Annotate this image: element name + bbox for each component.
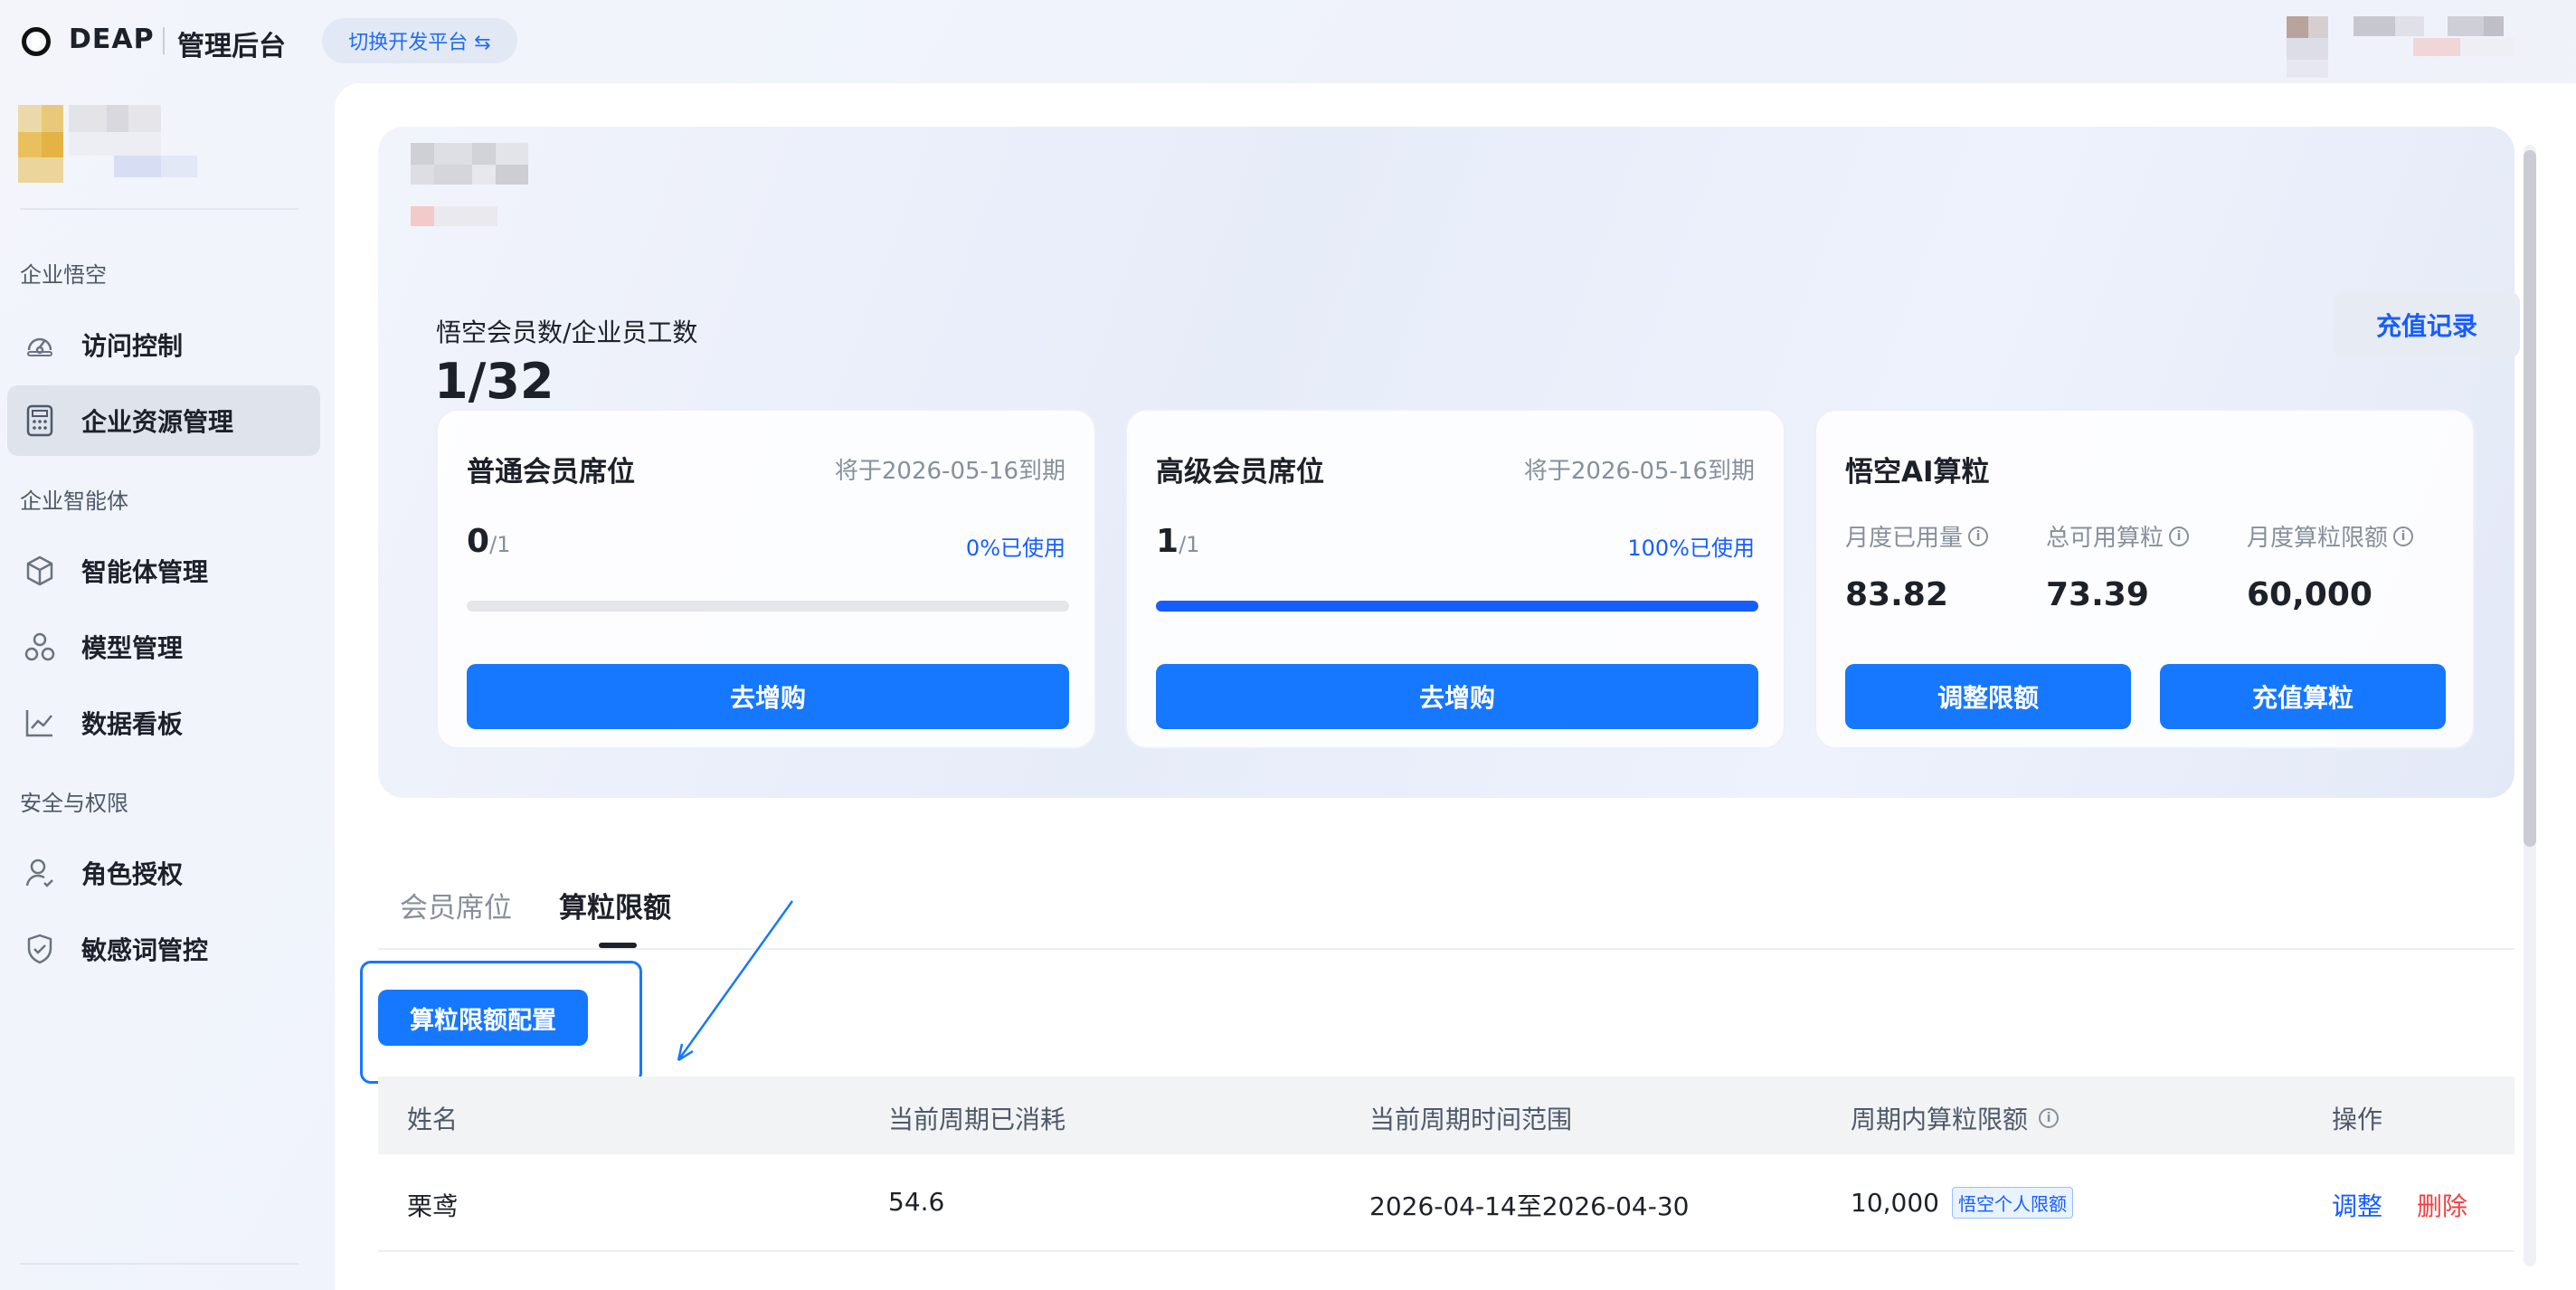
sidebar-bottom-divider <box>20 1263 298 1265</box>
cell-consumed: 54.6 <box>888 1187 945 1217</box>
tab-credit-limit[interactable]: 算粒限额 <box>559 885 671 925</box>
scrollbar-thumb[interactable] <box>2524 150 2536 847</box>
section-security: 安全与权限 <box>20 791 128 816</box>
section-enterprise-wukong: 企业悟空 <box>20 262 107 288</box>
sidebar-item-label: 数据看板 <box>81 709 184 739</box>
calculator-icon <box>22 403 58 439</box>
info-icon[interactable]: i <box>2039 1108 2060 1128</box>
premium-seat-card: 高级会员席位 将于2026-05-16到期 1/1 100%已使用 去增购 <box>1125 409 1785 749</box>
nodes-icon <box>22 629 58 665</box>
sidebar-item-sensitive-words[interactable]: 敏感词管控 <box>7 914 320 984</box>
credit-limit-config-button[interactable]: 算粒限额配置 <box>378 990 588 1046</box>
shield-icon <box>22 931 58 967</box>
info-icon[interactable]: i <box>2169 526 2190 546</box>
info-icon[interactable]: i <box>1968 526 1989 546</box>
sidebar-item-label: 敏感词管控 <box>81 935 209 965</box>
sidebar-item-label: 智能体管理 <box>81 557 209 587</box>
standard-seat-card: 普通会员席位 将于2026-05-16到期 0/1 0%已使用 去增购 <box>436 409 1096 749</box>
card-title: 普通会员席位 <box>467 456 635 488</box>
cell-actions: 调整 删除 <box>2332 1187 2467 1223</box>
column-header-actions: 操作 <box>2332 1105 2383 1134</box>
sidebar-item-model-management[interactable]: 模型管理 <box>7 612 320 682</box>
user-menu[interactable] <box>2279 13 2551 81</box>
sidebar-item-access-control[interactable]: 访问控制 <box>7 309 320 380</box>
brand-divider <box>163 27 165 54</box>
org-name-redacted <box>411 143 573 226</box>
card-title: 高级会员席位 <box>1156 456 1324 488</box>
sidebar-item-resource-management[interactable]: 企业资源管理 <box>7 385 320 456</box>
usage-progress-bar <box>467 601 1069 612</box>
cell-name: 栗鸢 <box>407 1191 459 1221</box>
app-title: 管理后台 <box>177 31 286 62</box>
switch-platform-button[interactable]: 切换开发平台 ⇆ <box>322 18 517 63</box>
cube-icon <box>22 553 58 589</box>
seat-count: 1/1 <box>1156 523 1200 560</box>
annotation-arrow-icon <box>677 900 794 1062</box>
logo-icon <box>22 27 51 56</box>
usage-progress-bar <box>1156 601 1758 612</box>
member-ratio-value: 1/32 <box>434 353 554 410</box>
sidebar-item-label: 角色授权 <box>81 859 184 889</box>
purchase-standard-button[interactable]: 去增购 <box>467 664 1069 729</box>
adjust-link[interactable]: 调整 <box>2332 1187 2382 1223</box>
seat-count: 0/1 <box>467 523 511 560</box>
purchase-premium-button[interactable]: 去增购 <box>1156 664 1758 729</box>
recharge-record-button[interactable]: 充值记录 <box>2334 291 2520 358</box>
expire-date: 将于2026-05-16到期 <box>1523 458 1755 485</box>
sidebar-divider <box>20 208 298 210</box>
adjust-limit-button[interactable]: 调整限额 <box>1845 664 2131 729</box>
usage-percent: 0%已使用 <box>965 536 1065 561</box>
sidebar-item-role-authorization[interactable]: 角色授权 <box>7 838 320 908</box>
sidebar-item-label: 企业资源管理 <box>81 407 234 437</box>
info-icon[interactable]: i <box>2393 526 2414 546</box>
column-header-limit: 周期内算粒限额 i <box>1851 1100 2060 1136</box>
usage-percent: 100%已使用 <box>1627 536 1755 561</box>
brand-name: DEAP <box>69 24 155 55</box>
sidebar: 企业悟空 访问控制 企业资源管理 企业智能体 智能体管理 模型管理 数据看板 安… <box>0 83 335 1290</box>
main-content: 悟空会员数/企业员工数 1/32 充值记录 普通会员席位 将于2026-05-1… <box>335 83 2576 1290</box>
sidebar-item-label: 模型管理 <box>81 633 184 663</box>
cell-range: 2026-04-14至2026-04-30 <box>1369 1191 1690 1221</box>
sidebar-item-data-dashboard[interactable]: 数据看板 <box>7 688 320 758</box>
section-enterprise-agent: 企业智能体 <box>20 488 128 514</box>
recharge-credits-button[interactable]: 充值算粒 <box>2160 664 2446 729</box>
org-avatar <box>16 103 224 194</box>
column-header-consumed: 当前周期已消耗 <box>888 1105 1066 1134</box>
line-chart-icon <box>22 705 58 741</box>
top-bar: DEAP 管理后台 切换开发平台 ⇆ <box>0 0 2576 83</box>
sidebar-item-label: 访问控制 <box>81 331 184 361</box>
stat-monthly-limit: 月度算粒限额 i 60,000 <box>2247 519 2414 613</box>
column-header-name: 姓名 <box>407 1105 459 1134</box>
user-icon <box>22 855 58 891</box>
usage-progress-fill <box>1156 601 1758 612</box>
member-ratio-label: 悟空会员数/企业员工数 <box>436 318 698 347</box>
stat-monthly-used: 月度已用量 i 83.82 <box>1845 519 1989 613</box>
card-title: 悟空AI算粒 <box>1845 456 1990 488</box>
summary-panel: 悟空会员数/企业员工数 1/32 充值记录 普通会员席位 将于2026-05-1… <box>378 127 2520 798</box>
sidebar-item-agent-management[interactable]: 智能体管理 <box>7 536 320 606</box>
limit-type-tag: 悟空个人限额 <box>1951 1187 2073 1219</box>
ai-credit-card: 悟空AI算粒 月度已用量 i 83.82 总可用算粒 i 73.39 月度算粒限额 i… <box>1814 409 2475 749</box>
delete-link[interactable]: 删除 <box>2417 1187 2467 1223</box>
cell-limit: 10,000 悟空个人限额 <box>1851 1187 2073 1219</box>
column-header-range: 当前周期时间范围 <box>1369 1105 1573 1134</box>
gauge-icon <box>22 327 58 363</box>
stat-total-available: 总可用算粒 i 73.39 <box>2046 519 2190 613</box>
expire-date: 将于2026-05-16到期 <box>834 458 1065 485</box>
tab-member-seats[interactable]: 会员席位 <box>400 885 512 925</box>
